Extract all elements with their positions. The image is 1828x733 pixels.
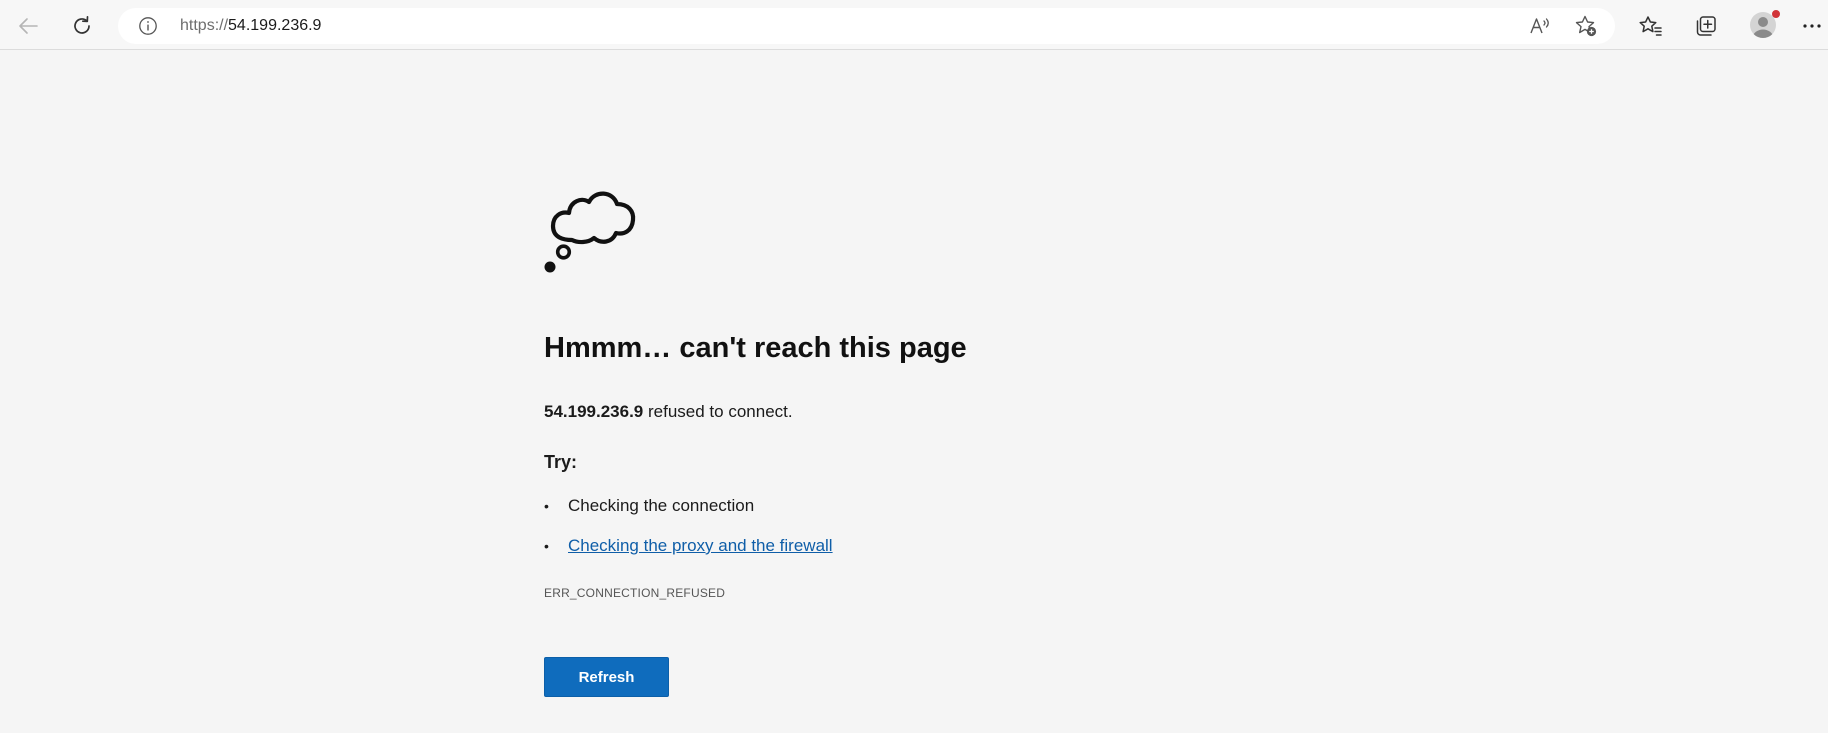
refresh-button[interactable] xyxy=(65,9,99,43)
collections-icon xyxy=(1696,16,1716,36)
error-message-suffix: refused to connect. xyxy=(648,402,793,421)
url-scheme: https:// xyxy=(180,17,229,34)
address-bar[interactable]: https://54.199.236.9 xyxy=(118,8,1615,44)
error-title: Hmmm… can't reach this page xyxy=(544,332,967,364)
more-options-button[interactable] xyxy=(1795,9,1828,43)
more-options-icon xyxy=(1803,24,1821,28)
refresh-icon xyxy=(74,15,90,34)
profile-button[interactable] xyxy=(1748,10,1780,40)
proxy-firewall-link[interactable]: Checking the proxy and the firewall xyxy=(568,535,833,557)
info-icon[interactable] xyxy=(138,16,158,36)
browser-toolbar: https://54.199.236.9 xyxy=(0,0,1828,50)
favorites-button[interactable] xyxy=(1634,9,1668,43)
bullet: • xyxy=(544,538,549,554)
favorites-icon xyxy=(1639,16,1662,36)
notification-dot xyxy=(1772,10,1780,18)
collections-button[interactable] xyxy=(1689,9,1723,43)
error-message: 54.199.236.9 refused to connect. xyxy=(544,402,793,422)
try-label: Try: xyxy=(544,452,578,472)
add-favorite-icon xyxy=(1575,15,1597,37)
add-favorite-button[interactable] xyxy=(1573,14,1599,38)
read-aloud-button[interactable] xyxy=(1528,14,1554,38)
error-code: ERR_CONNECTION_REFUSED xyxy=(544,586,726,600)
thought-cloud-icon xyxy=(544,191,636,273)
read-aloud-icon xyxy=(1530,18,1549,34)
back-arrow-icon xyxy=(19,18,38,34)
bullet: • xyxy=(544,498,549,514)
suggestion-text: Checking the connection xyxy=(568,496,755,515)
url-text[interactable]: https://54.199.236.9 xyxy=(180,8,321,44)
refresh-page-button[interactable]: Refresh xyxy=(544,657,669,697)
url-host: 54.199.236.9 xyxy=(228,17,322,34)
back-button[interactable] xyxy=(11,9,45,43)
error-host: 54.199.236.9 xyxy=(544,402,644,421)
